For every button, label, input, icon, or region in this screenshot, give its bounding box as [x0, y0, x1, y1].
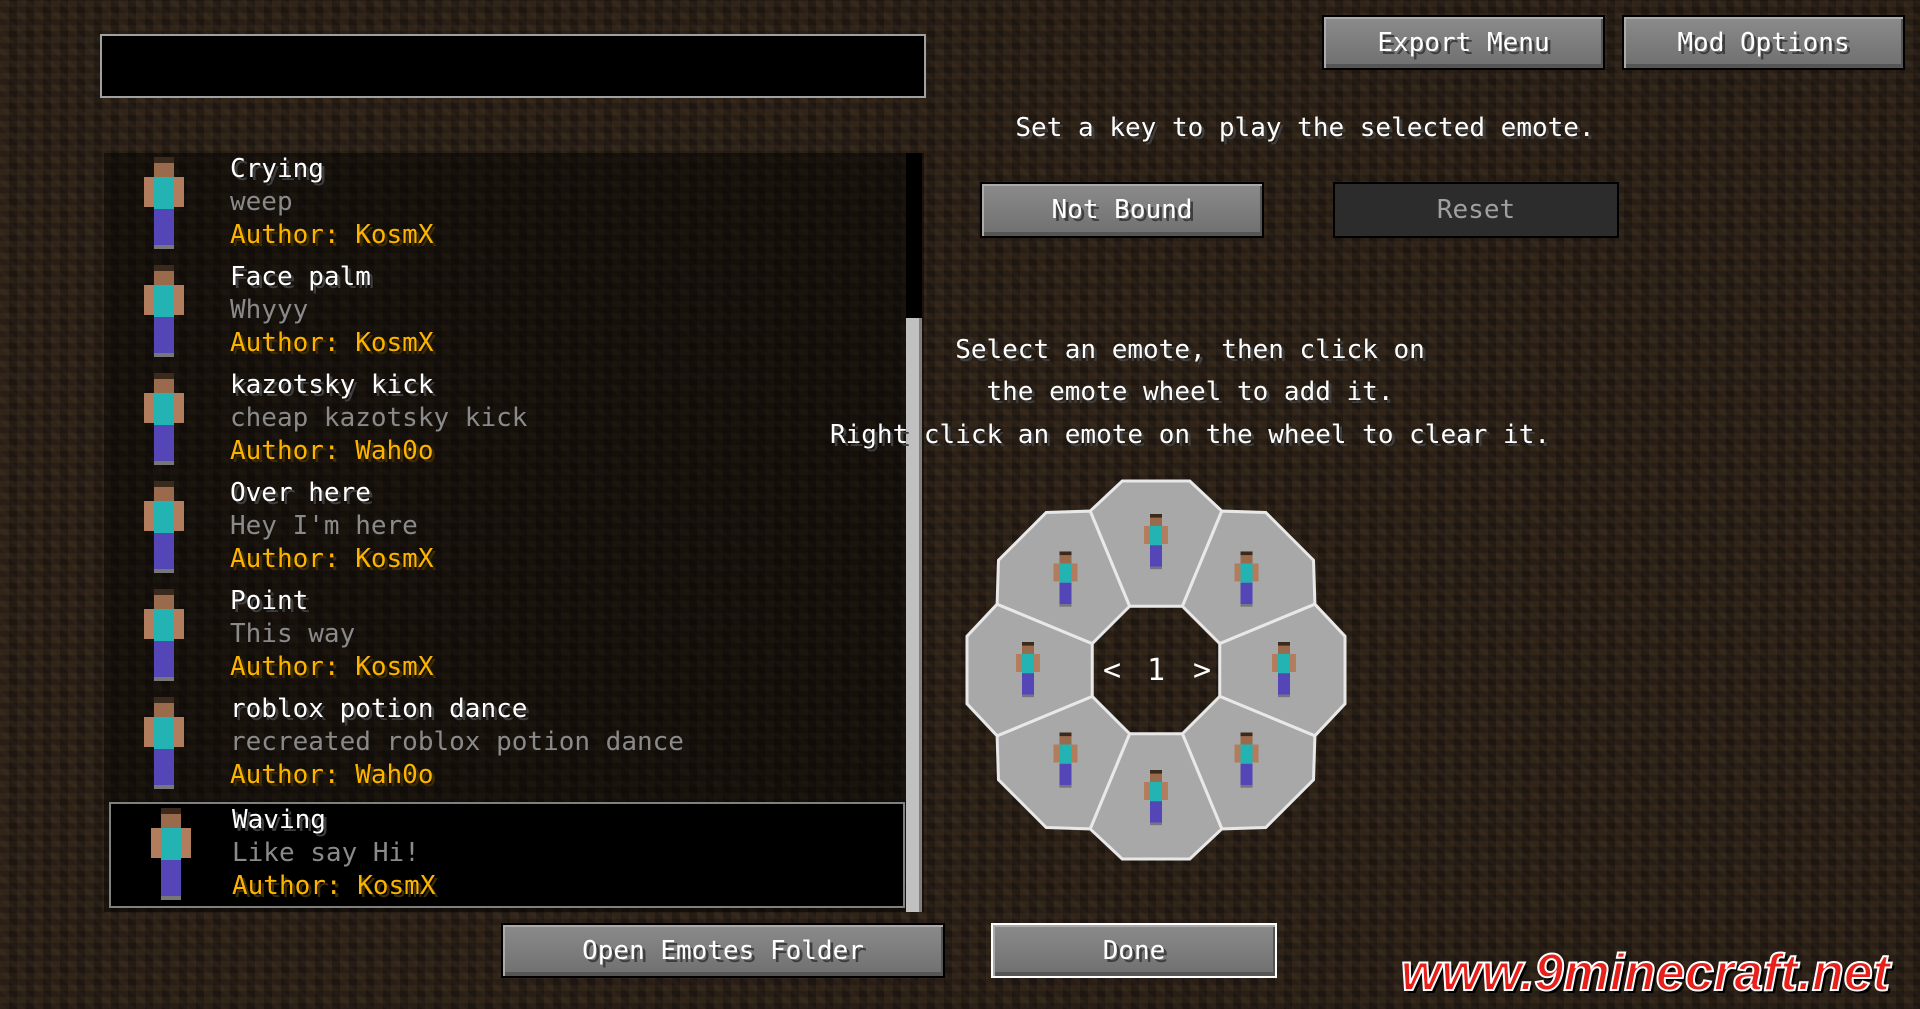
- emote-title: kazotsky kick: [230, 370, 434, 400]
- emote-list-item[interactable]: Point This way Author: KosmX: [104, 585, 904, 691]
- scrollbar-thumb[interactable]: [906, 318, 922, 912]
- chevron-right-icon[interactable]: >: [1193, 653, 1211, 688]
- emote-author: Author: KosmX: [230, 220, 434, 250]
- emote-author: Author: Wah0o: [230, 436, 434, 466]
- emote-list-item[interactable]: Crying weep Author: KosmX: [104, 153, 904, 259]
- emote-description: Hey I'm here: [230, 511, 418, 541]
- emote-preview-icon: [144, 589, 184, 681]
- emote-preview-icon: [151, 808, 191, 900]
- emote-title: Over here: [230, 478, 371, 508]
- emote-author: Author: Wah0o: [230, 760, 434, 790]
- wheel-help-line-1: Select an emote, then click on: [955, 335, 1425, 365]
- emote-description: This way: [230, 619, 356, 649]
- wheel-page-number: 1: [1147, 653, 1165, 688]
- emote-preview-icon: [144, 157, 184, 249]
- search-input[interactable]: [100, 34, 926, 98]
- emote-list-item[interactable]: roblox potion dance recreated roblox pot…: [104, 693, 904, 799]
- chevron-left-icon[interactable]: <: [1103, 653, 1121, 688]
- emote-preview-icon: [144, 481, 184, 573]
- emote-list-item[interactable]: kazotsky kick cheap kazotsky kick Author…: [104, 369, 904, 475]
- emote-preview-icon: [144, 697, 184, 789]
- emote-author: Author: KosmX: [230, 328, 434, 358]
- keybind-button[interactable]: Not Bound: [980, 182, 1264, 238]
- emote-title: Crying: [230, 154, 324, 184]
- emote-author: Author: KosmX: [230, 652, 434, 682]
- emote-list-item[interactable]: Face palm Whyyy Author: KosmX: [104, 261, 904, 367]
- wheel-help-line-3: Right click an emote on the wheel to cle…: [829, 420, 1551, 450]
- emote-list-item[interactable]: Waving Like say Hi! Author: KosmX: [109, 802, 905, 908]
- emote-description: weep: [230, 187, 293, 217]
- done-button[interactable]: Done: [991, 923, 1277, 978]
- keybind-instruction: Set a key to play the selected emote.: [1015, 113, 1595, 143]
- emote-preview-icon: [144, 265, 184, 357]
- emote-list-item[interactable]: Over here Hey I'm here Author: KosmX: [104, 477, 904, 583]
- emote-title: roblox potion dance: [230, 694, 528, 724]
- emote-author: Author: KosmX: [232, 871, 436, 901]
- emote-description: Whyyy: [230, 295, 309, 325]
- emote-title: Waving: [232, 805, 326, 835]
- wheel-help-line-2: the emote wheel to add it.: [986, 377, 1394, 407]
- emote-title: Point: [230, 586, 309, 616]
- emote-description: recreated roblox potion dance: [230, 727, 684, 757]
- open-emotes-folder-button[interactable]: Open Emotes Folder: [501, 923, 945, 978]
- emote-description: cheap kazotsky kick: [230, 403, 528, 433]
- reset-keybind-button: Reset: [1333, 182, 1619, 238]
- emote-wheel[interactable]: < 1 >: [956, 470, 1356, 870]
- emote-description: Like say Hi!: [232, 838, 420, 868]
- watermark-logo: www.9minecraft.net: [1400, 943, 1891, 1003]
- emote-list: Crying weep Author: KosmX Face palm Whyy…: [104, 153, 924, 912]
- emote-title: Face palm: [230, 262, 371, 292]
- emote-preview-icon: [144, 373, 184, 465]
- mod-options-button[interactable]: Mod Options: [1622, 15, 1905, 70]
- export-menu-button[interactable]: Export Menu: [1322, 15, 1605, 70]
- emote-author: Author: KosmX: [230, 544, 434, 574]
